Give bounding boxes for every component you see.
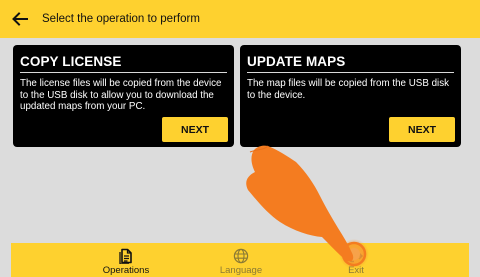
nav-language[interactable]: Language <box>201 243 281 277</box>
exit-icon <box>350 249 363 263</box>
globe-icon <box>233 248 249 264</box>
document-icon <box>119 248 132 264</box>
update-maps-card: UPDATE MAPS The map files will be copied… <box>240 45 461 147</box>
back-button[interactable] <box>0 0 40 38</box>
nav-label: Exit <box>348 265 364 276</box>
card-description: The map files will be copied from the US… <box>247 78 450 101</box>
copy-license-card: COPY LICENSE The license files will be c… <box>13 45 234 147</box>
card-description: The license files will be copied from th… <box>20 78 222 112</box>
operation-cards: COPY LICENSE The license files will be c… <box>13 45 461 147</box>
divider <box>247 72 454 73</box>
card-title: COPY LICENSE <box>20 54 122 69</box>
card-title: UPDATE MAPS <box>247 54 346 69</box>
page-title: Select the operation to perform <box>42 13 200 25</box>
nav-label: Language <box>219 265 263 276</box>
top-bar: Select the operation to perform <box>0 0 480 38</box>
nav-label: Operations <box>102 265 150 276</box>
nav-operations[interactable]: Operations <box>86 243 166 277</box>
update-maps-next-button[interactable]: NEXT <box>389 117 455 142</box>
bottom-nav: Operations Language Exit <box>11 243 469 277</box>
divider <box>20 72 227 73</box>
arrow-left-icon <box>12 12 28 26</box>
nav-exit[interactable]: Exit <box>316 243 396 277</box>
copy-license-next-button[interactable]: NEXT <box>162 117 228 142</box>
